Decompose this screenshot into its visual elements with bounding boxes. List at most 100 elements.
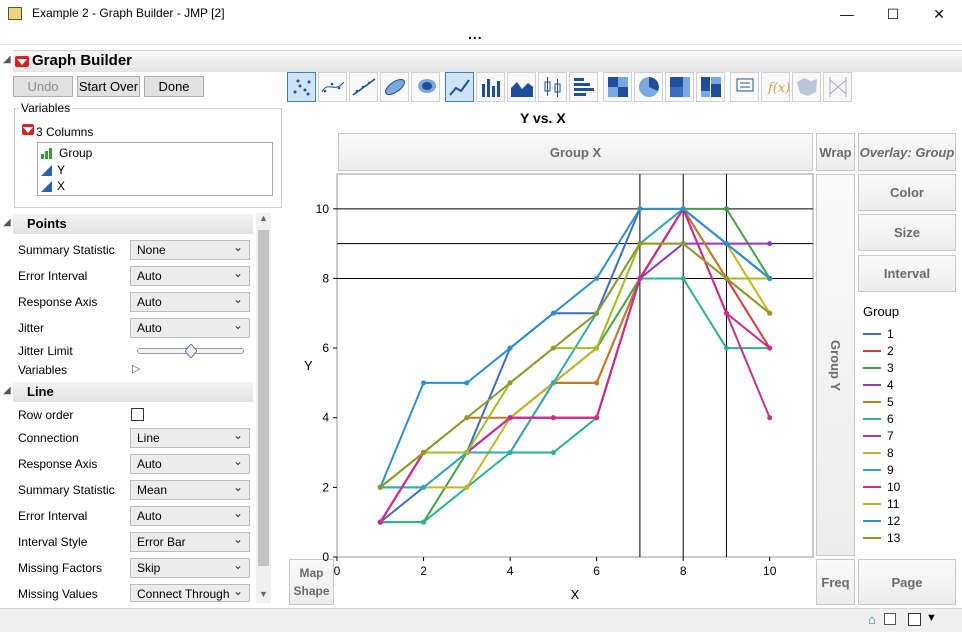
points-icon[interactable]	[287, 72, 316, 102]
y-tick-label: 2	[322, 480, 329, 494]
minimize-icon[interactable]: —	[824, 0, 870, 28]
line-summary-statistic-select[interactable]: Mean	[130, 478, 250, 500]
data-point-13	[550, 345, 556, 351]
chart-plot[interactable]: 0 2 4 6 8 10 0 2 4 6 8 10 X Y	[300, 170, 820, 605]
dropdown-arrow-icon[interactable]: ▼	[926, 612, 937, 624]
data-point-12	[421, 380, 427, 386]
map-shapes-icon[interactable]	[792, 72, 821, 102]
points-error-interval-select[interactable]: Auto	[130, 264, 250, 286]
window-list-icon[interactable]	[884, 613, 896, 625]
legend-title: Group	[863, 304, 900, 319]
smoother-icon[interactable]	[318, 72, 347, 102]
legend-swatch	[863, 384, 881, 386]
legend-item-2[interactable]: 2	[863, 344, 894, 358]
wrap-drop-zone[interactable]: Wrap	[816, 133, 855, 171]
collapse-outline-icon[interactable]: ◢	[3, 54, 11, 65]
data-point-12	[637, 206, 643, 212]
legend-label: 7	[887, 429, 894, 443]
bar-icon[interactable]	[476, 72, 505, 102]
column-list: Group Y X	[37, 142, 273, 196]
caption-box-icon[interactable]	[730, 72, 759, 102]
legend-item-4[interactable]: 4	[863, 378, 894, 392]
undo-button[interactable]: Undo	[13, 76, 73, 97]
legend-swatch	[863, 520, 881, 522]
graph-builder-menu-icon[interactable]	[15, 56, 29, 67]
maximize-icon[interactable]: ☐	[870, 0, 916, 28]
data-point-12	[594, 275, 600, 281]
points-response-axis-select[interactable]: Auto	[130, 290, 250, 312]
histogram-icon[interactable]	[569, 72, 598, 102]
contour-icon[interactable]	[411, 72, 440, 102]
continuous-triangle-icon	[41, 180, 52, 192]
ellipse-icon[interactable]	[380, 72, 409, 102]
line-section-header[interactable]: Line	[13, 382, 253, 402]
data-point-11	[594, 345, 600, 351]
close-icon[interactable]: ✕	[916, 0, 962, 28]
legend-item-13[interactable]: 13	[863, 531, 900, 545]
line-missing-values-select[interactable]: Connect Through	[130, 582, 250, 602]
view-options-icon[interactable]	[908, 613, 921, 626]
legend-item-1[interactable]: 1	[863, 327, 894, 341]
line-interval-style-select[interactable]: Error Bar	[130, 530, 250, 552]
data-point-13	[723, 275, 729, 281]
interval-drop-zone[interactable]: Interval	[858, 255, 956, 292]
mosaic-icon[interactable]	[696, 72, 725, 102]
group-y-drop-zone[interactable]: Group Y	[816, 174, 855, 556]
scroll-up-icon[interactable]: ▲	[259, 213, 268, 223]
page-drop-zone[interactable]: Page	[858, 559, 956, 605]
line-missing-factors-select[interactable]: Skip	[130, 556, 250, 578]
legend-item-7[interactable]: 7	[863, 429, 894, 443]
legend-item-6[interactable]: 6	[863, 412, 894, 426]
overflow-menu-icon[interactable]: ...	[468, 26, 483, 42]
column-item-y[interactable]: Y	[41, 163, 65, 177]
group-x-drop-zone[interactable]: Group X	[338, 133, 813, 171]
points-section-header[interactable]: Points	[13, 214, 253, 234]
data-point-6	[421, 519, 427, 525]
freq-drop-zone[interactable]: Freq	[816, 559, 855, 605]
treemap-icon[interactable]	[665, 72, 694, 102]
legend-item-11[interactable]: 11	[863, 497, 899, 511]
points-summary-statistic-select[interactable]: None	[130, 238, 250, 260]
legend-item-5[interactable]: 5	[863, 395, 894, 409]
legend-item-9[interactable]: 9	[863, 463, 894, 477]
line-response-axis-select[interactable]: Auto	[130, 452, 250, 474]
column-item-x[interactable]: X	[41, 179, 65, 193]
slider-thumb-icon[interactable]	[185, 344, 197, 358]
line-icon[interactable]	[445, 72, 474, 102]
overlay-drop-zone[interactable]: Overlay: Group	[858, 133, 956, 171]
line-error-interval-select[interactable]: Auto	[130, 504, 250, 526]
columns-menu-icon[interactable]	[22, 124, 34, 135]
line-of-fit-icon[interactable]	[349, 72, 378, 102]
legend-item-8[interactable]: 8	[863, 446, 894, 460]
legend-label: 6	[887, 412, 894, 426]
size-drop-zone[interactable]: Size	[858, 214, 956, 251]
data-point-11	[464, 450, 470, 456]
line-connection-select[interactable]: Line	[130, 426, 250, 448]
data-point-12	[507, 345, 513, 351]
row-order-checkbox[interactable]	[131, 408, 144, 421]
expand-variables-icon[interactable]: ▷	[132, 362, 140, 375]
scroll-down-icon[interactable]: ▼	[259, 589, 268, 599]
start-over-button[interactable]: Start Over	[77, 76, 140, 97]
parallel-icon[interactable]	[823, 72, 852, 102]
color-drop-zone[interactable]: Color	[858, 174, 956, 211]
done-button[interactable]: Done	[144, 76, 204, 97]
collapse-points-icon[interactable]: ◢	[3, 217, 11, 228]
collapse-line-icon[interactable]: ◢	[3, 385, 11, 396]
area-icon[interactable]	[507, 72, 536, 102]
box-plot-icon[interactable]	[538, 72, 567, 102]
data-point-9	[507, 450, 513, 456]
heatmap-icon[interactable]	[603, 72, 632, 102]
pie-icon[interactable]	[634, 72, 663, 102]
home-icon[interactable]: ⌂	[868, 612, 876, 627]
legend-item-10[interactable]: 10	[863, 480, 900, 494]
missing-factors-label: Missing Factors	[18, 561, 103, 575]
error-interval-label: Error Interval	[18, 269, 88, 283]
formula-icon[interactable]: f(x)	[761, 72, 790, 102]
column-item-group[interactable]: Group	[41, 146, 92, 160]
points-jitter-select[interactable]: Auto	[130, 316, 250, 338]
legend-item-12[interactable]: 12	[863, 514, 900, 528]
legend-item-3[interactable]: 3	[863, 361, 894, 375]
scrollbar-thumb[interactable]	[258, 230, 269, 566]
y-tick-label: 0	[322, 550, 329, 564]
